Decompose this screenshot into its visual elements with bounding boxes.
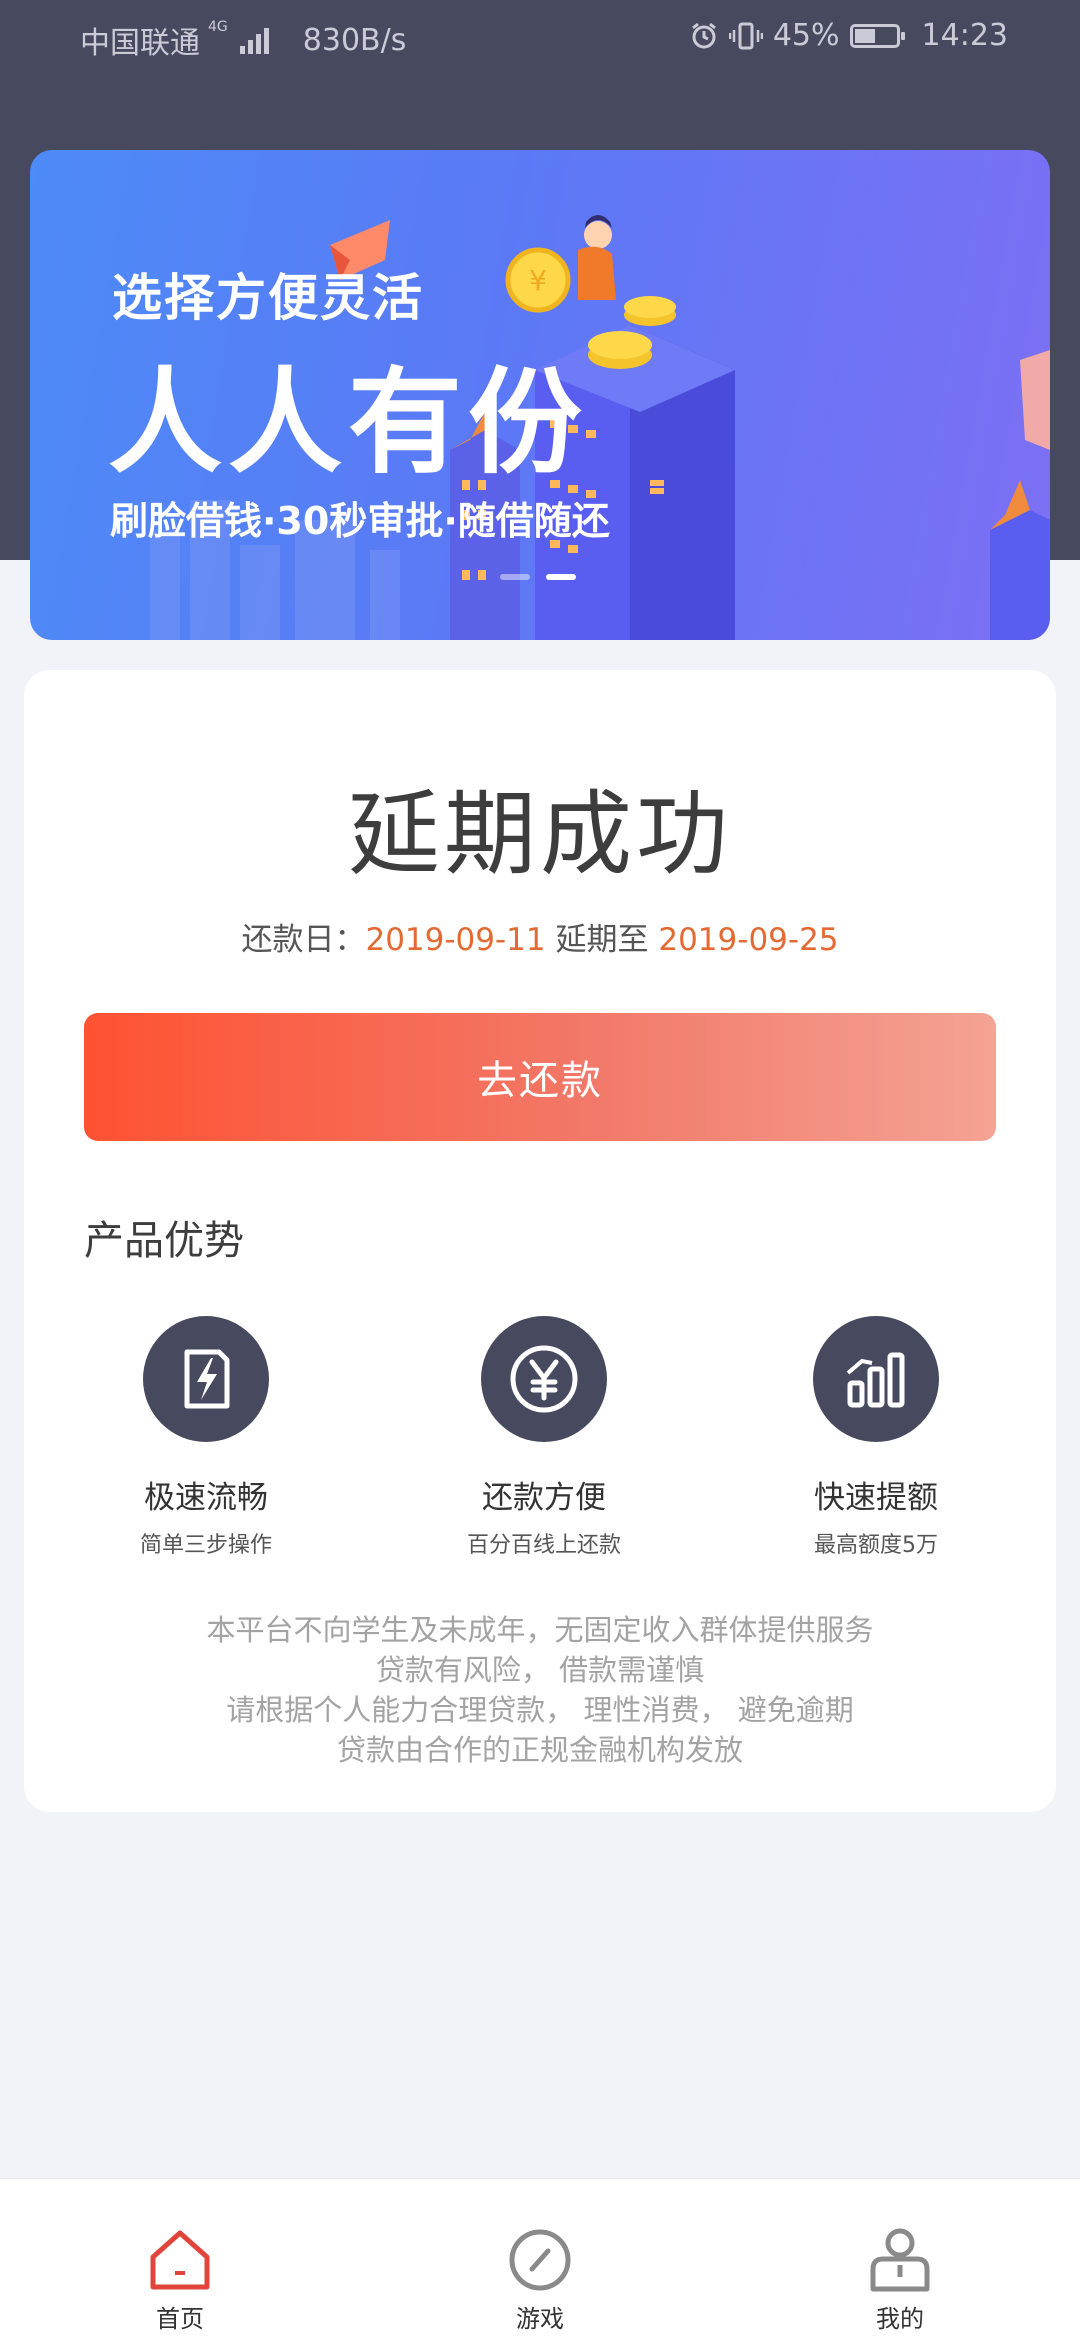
extend-label: 延期至	[555, 922, 649, 958]
advantage-desc: 百分百线上还款	[466, 1533, 621, 1558]
banner-subtitle: 选择方便灵活	[112, 269, 424, 327]
advantage-item-repay: 还款方便 百分百线上还款	[394, 1316, 694, 1559]
advantage-name: 快速提额	[814, 1480, 938, 1516]
compass-icon	[509, 2229, 571, 2291]
signal-icon	[239, 26, 269, 54]
notice-line: 贷款由合作的正规金融机构发放	[336, 1733, 743, 1767]
home-icon	[150, 2230, 210, 2290]
vibrate-icon	[728, 22, 763, 49]
battery-percent: 45%	[772, 18, 840, 53]
banner-tagline: 刷脸借钱·30秒审批·随借随还	[110, 499, 610, 543]
status-left: 中国联通 4G 830B/s	[80, 18, 406, 62]
banner-pagination[interactable]	[500, 574, 576, 580]
advantages-title: 产品优势	[84, 1218, 244, 1264]
network-type: 4G	[208, 19, 228, 35]
carrier-name: 中国联通	[80, 26, 200, 61]
status-bar: 中国联通 4G 830B/s 45% 14:23	[0, 0, 1080, 72]
tab-home[interactable]: 首页	[100, 2225, 260, 2334]
promo-banner[interactable]: ¥ 选择方便灵活 人人有份 刷脸借钱·30秒审批·随借随还	[30, 150, 1050, 640]
extend-date-value: 2019-09-25	[658, 922, 839, 958]
banner-dot-2[interactable]	[546, 574, 576, 580]
battery-icon	[849, 23, 905, 48]
banner-title: 人人有份	[108, 356, 589, 489]
advantage-desc: 简单三步操作	[139, 1533, 272, 1558]
advantage-desc: 最高额度5万	[814, 1533, 938, 1558]
tab-label: 游戏	[516, 2305, 564, 2333]
banner-dot-1[interactable]	[500, 574, 530, 580]
extension-result-card: 延期成功 还款日：2019-09-11 延期至 2019-09-25 去还款 产…	[24, 670, 1056, 1812]
advantage-name: 还款方便	[482, 1480, 606, 1516]
app-screen: 中国联通 4G 830B/s 45% 14:23 ¥ 选择方便灵活 人人有份 刷…	[0, 0, 1080, 2340]
bottom-tab-bar: 首页 游戏 我的	[0, 2178, 1080, 2340]
advantage-name: 极速流畅	[144, 1480, 268, 1516]
svg-text:¥: ¥	[529, 264, 547, 297]
bar-chart-icon	[813, 1316, 939, 1442]
user-icon	[870, 2228, 930, 2292]
repay-button[interactable]: 去还款	[84, 1013, 996, 1141]
tab-label: 首页	[156, 2305, 204, 2333]
date-line: 还款日：2019-09-11 延期至 2019-09-25	[24, 914, 1056, 959]
alarm-icon	[691, 22, 716, 48]
due-date-value: 2019-09-11	[365, 922, 546, 958]
tab-games[interactable]: 游戏	[460, 2225, 620, 2334]
advantage-item-limit: 快速提额 最高额度5万	[726, 1316, 1026, 1559]
tab-mine[interactable]: 我的	[820, 2225, 980, 2334]
network-speed: 830B/s	[302, 22, 407, 58]
lightning-doc-icon	[143, 1316, 269, 1442]
result-title: 延期成功	[347, 781, 732, 888]
yen-coin-icon	[481, 1316, 607, 1442]
notice-line: 贷款有风险， 借款需谨慎	[375, 1653, 705, 1687]
notice-line: 请根据个人能力合理贷款， 理性消费， 避免逾期	[226, 1693, 854, 1727]
risk-notice: 本平台不向学生及未成年，无固定收入群体提供服务 贷款有风险， 借款需谨慎 请根据…	[24, 1610, 1056, 1770]
tab-label: 我的	[876, 2305, 924, 2333]
advantage-item-fast: 极速流畅 简单三步操作	[56, 1316, 356, 1559]
due-date-label: 还款日：	[241, 922, 366, 958]
status-right: 45% 14:23	[689, 18, 1008, 53]
clock: 14:23	[921, 18, 1008, 53]
notice-line: 本平台不向学生及未成年，无固定收入群体提供服务	[206, 1613, 874, 1647]
